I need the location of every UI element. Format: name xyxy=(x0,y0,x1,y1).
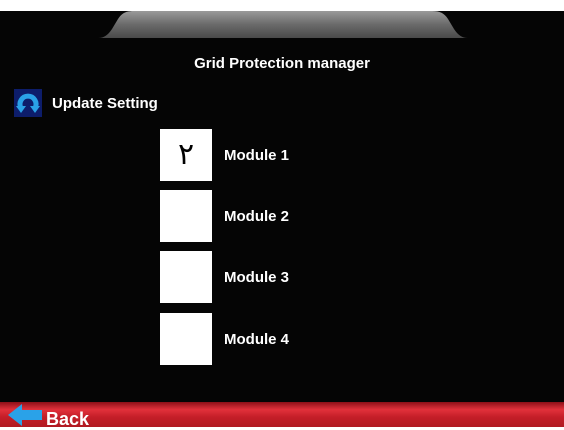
module-3-label: Module 3 xyxy=(224,268,290,286)
update-setting-button[interactable]: Update Setting xyxy=(14,89,158,117)
arrow-left-icon xyxy=(8,404,42,426)
module-4-label: Module 4 xyxy=(224,330,290,348)
module-3-row[interactable]: Module 3 xyxy=(160,251,289,303)
module-2-checkbox[interactable] xyxy=(160,190,212,242)
back-button[interactable]: Back xyxy=(8,403,90,429)
refresh-icon xyxy=(14,89,42,117)
module-4-checkbox[interactable] xyxy=(160,313,212,365)
module-1-checkbox[interactable]: ٢ xyxy=(160,129,212,181)
module-3-checkbox[interactable] xyxy=(160,251,212,303)
module-4-row[interactable]: Module 4 xyxy=(160,313,289,365)
module-2-label: Module 2 xyxy=(224,207,290,225)
module-1-row[interactable]: ٢ Module 1 xyxy=(160,129,289,181)
checkmark-icon: ٢ xyxy=(177,137,195,172)
update-setting-label: Update Setting xyxy=(52,94,158,112)
top-tab xyxy=(98,11,468,38)
back-label: Back xyxy=(46,408,90,429)
module-2-row[interactable]: Module 2 xyxy=(160,190,289,242)
module-1-label: Module 1 xyxy=(224,146,290,164)
page-title: Grid Protection manager xyxy=(194,55,370,72)
screen: Grid Protection manager Update Setting ٢… xyxy=(0,11,564,429)
